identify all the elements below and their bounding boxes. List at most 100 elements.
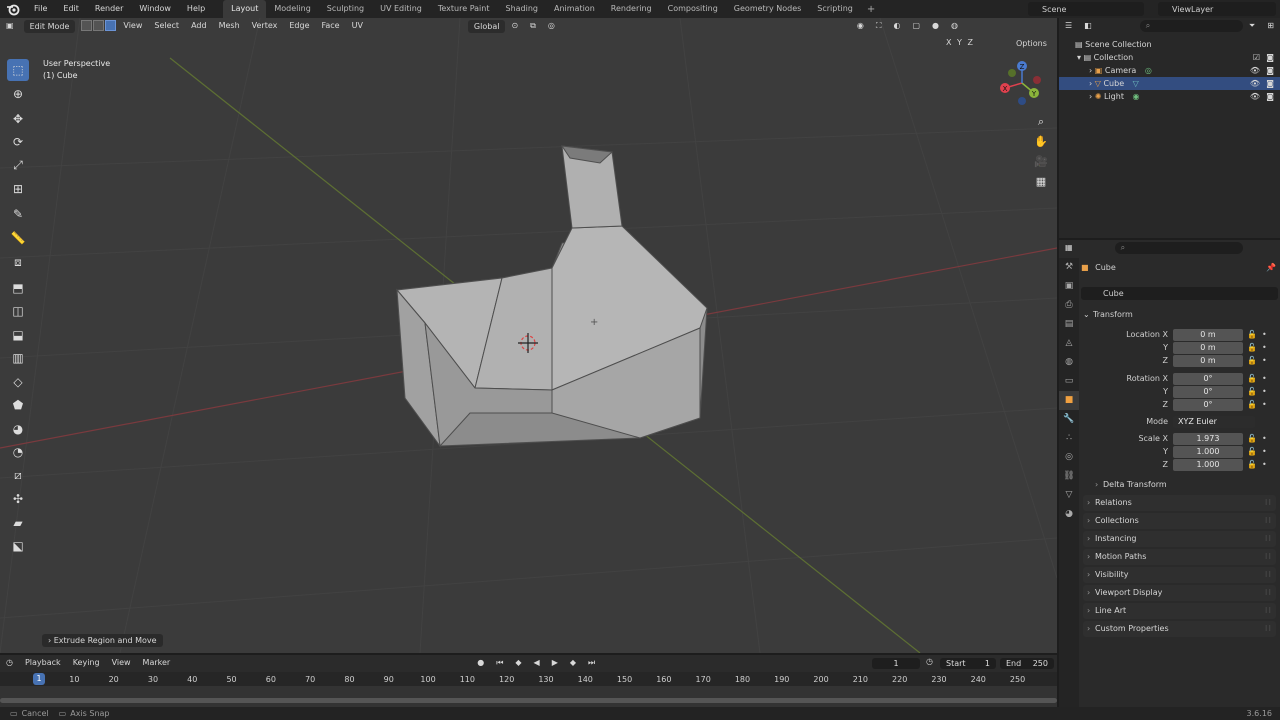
menu-window[interactable]: Window — [131, 0, 179, 18]
delta-transform-subpanel[interactable]: Delta Transform — [1091, 477, 1276, 493]
last-operator-panel[interactable]: › Extrude Region and Move — [42, 634, 163, 647]
rip-region-tool-icon[interactable]: ⬕ — [7, 535, 29, 557]
menu-marker[interactable]: Marker — [137, 655, 177, 671]
menu-timeline-view[interactable]: View — [106, 655, 137, 671]
menu-playback[interactable]: Playback — [19, 655, 67, 671]
eye-icon[interactable]: 👁 — [1250, 64, 1260, 77]
material-tab-icon[interactable]: ◕ — [1059, 505, 1079, 524]
filter-icon[interactable]: ⏷ — [1243, 18, 1261, 34]
menu-edge[interactable]: Edge — [283, 18, 315, 34]
end-frame-field[interactable]: End 250 — [1000, 658, 1054, 669]
particles-tab-icon[interactable]: ∴ — [1059, 429, 1079, 448]
lock-icon[interactable]: 🔓 — [1247, 399, 1257, 411]
perspective-grid-icon[interactable]: ▦ — [1033, 174, 1049, 190]
keyframe-dot-icon[interactable]: • — [1262, 433, 1267, 445]
jump-end-icon[interactable]: ⏭ — [582, 655, 601, 671]
tab-uv-editing[interactable]: UV Editing — [372, 0, 430, 18]
next-keyframe-icon[interactable]: ◆ — [564, 655, 582, 671]
keyframe-dot-icon[interactable]: • — [1262, 446, 1267, 458]
tab-texture-paint[interactable]: Texture Paint — [430, 0, 498, 18]
menu-view[interactable]: View — [117, 18, 148, 34]
chevron-right-icon[interactable]: › — [1089, 79, 1092, 88]
tab-shading[interactable]: Shading — [497, 0, 546, 18]
lock-icon[interactable]: 🔓 — [1247, 373, 1257, 385]
keyframe-dot-icon[interactable]: • — [1262, 399, 1267, 411]
outliner-row-scene-collection[interactable]: ▤ Scene Collection — [1059, 38, 1280, 51]
custom-properties-panel[interactable]: Custom Properties ⁝⁝ — [1083, 621, 1276, 637]
keyframe-dot-icon[interactable]: • — [1262, 386, 1267, 398]
location-z-field[interactable]: 0 m — [1173, 355, 1243, 367]
camera-render-icon[interactable]: ◙ — [1266, 51, 1274, 64]
add-workspace-button[interactable]: + — [861, 4, 881, 15]
add-cube-tool-icon[interactable]: ⧈ — [7, 252, 29, 274]
tab-rendering[interactable]: Rendering — [603, 0, 660, 18]
drag-handle-icon[interactable]: ⁝⁝ — [1265, 513, 1272, 529]
keyframe-dot-icon[interactable]: • — [1262, 329, 1267, 341]
data-tab-icon[interactable]: ▽ — [1059, 486, 1079, 505]
view-layer-tab-icon[interactable]: ▤ — [1059, 315, 1079, 334]
proportional-edit-icon[interactable]: ◎ — [542, 18, 561, 34]
camera-view-icon[interactable]: 🎥 — [1033, 154, 1049, 170]
record-icon[interactable]: ● — [471, 655, 490, 671]
world-tab-icon[interactable]: ◍ — [1059, 353, 1079, 372]
lock-icon[interactable]: 🔓 — [1247, 355, 1257, 367]
overlay-icon[interactable]: ◐ — [887, 18, 906, 34]
annotate-tool-icon[interactable]: ✎ — [7, 203, 29, 225]
location-y-field[interactable]: 0 m — [1173, 342, 1243, 354]
lock-icon[interactable]: 🔓 — [1247, 433, 1257, 445]
editor-type-icon[interactable]: ▣ — [0, 18, 20, 34]
poly-build-tool-icon[interactable]: ⬟ — [7, 394, 29, 416]
outliner-row-light[interactable]: › ✺ Light ◉ 👁 ◙ — [1059, 90, 1280, 103]
tool-tab-icon[interactable]: ⚒ — [1059, 258, 1079, 277]
properties-editor-type-icon[interactable]: ▦ — [1059, 240, 1079, 256]
outliner-row-cube[interactable]: › ▽ Cube ▽ 👁 ◙ — [1059, 77, 1280, 90]
vertex-select-mode[interactable] — [81, 19, 93, 31]
modifier-tab-icon[interactable]: 🔧 — [1059, 410, 1079, 429]
tab-compositing[interactable]: Compositing — [660, 0, 726, 18]
motion-paths-panel[interactable]: Motion Paths ⁝⁝ — [1083, 549, 1276, 565]
display-mode-icon[interactable]: ◧ — [1078, 18, 1098, 34]
keyframe-dot-icon[interactable]: • — [1262, 342, 1267, 354]
edge-slide-tool-icon[interactable]: ⧄ — [7, 465, 29, 487]
tab-animation[interactable]: Animation — [546, 0, 603, 18]
scale-y-field[interactable]: 1.000 — [1173, 446, 1243, 458]
chevron-right-icon[interactable]: › — [1089, 92, 1092, 101]
gizmo-icon[interactable]: ⛶ — [870, 18, 888, 34]
camera-render-icon[interactable]: ◙ — [1266, 64, 1274, 77]
scene-selector[interactable]: Scene — [1028, 2, 1144, 16]
cursor-tool-icon[interactable]: ⊕ — [7, 83, 29, 105]
line-art-panel[interactable]: Line Art ⁝⁝ — [1083, 603, 1276, 619]
extrude-tool-icon[interactable]: ⬒ — [7, 277, 29, 299]
outliner-row-camera[interactable]: › ▣ Camera ◎ 👁 ◙ — [1059, 64, 1280, 77]
loop-cut-tool-icon[interactable]: ▥ — [7, 347, 29, 369]
transform-panel-header[interactable]: ⌄ Transform — [1081, 309, 1278, 321]
view-layer-selector[interactable]: ViewLayer — [1158, 2, 1276, 16]
scale-z-field[interactable]: 1.000 — [1173, 459, 1243, 471]
play-icon[interactable]: ▶ — [546, 655, 564, 671]
keyframe-dot-icon[interactable]: • — [1262, 355, 1267, 367]
menu-edit[interactable]: Edit — [55, 0, 87, 18]
options-button[interactable]: Options — [1012, 38, 1051, 50]
bevel-tool-icon[interactable]: ⬓ — [7, 324, 29, 346]
chevron-down-icon[interactable]: ▾ — [1077, 53, 1081, 62]
collections-panel[interactable]: Collections ⁝⁝ — [1083, 513, 1276, 529]
scale-x-field[interactable]: 1.973 — [1173, 433, 1243, 445]
menu-keying[interactable]: Keying — [67, 655, 106, 671]
frame-ruler[interactable]: 10 20 30 40 50 60 70 80 90 100 110 120 130 140 150 160 1… — [0, 672, 1057, 686]
location-x-field[interactable]: 0 m — [1173, 329, 1243, 341]
rotation-mode-dropdown[interactable]: XYZ Euler — [1173, 416, 1255, 428]
eye-icon[interactable]: 👁 — [1250, 77, 1260, 90]
eye-icon[interactable]: 👁 — [1250, 90, 1260, 103]
drag-handle-icon[interactable]: ⁝⁝ — [1265, 531, 1272, 547]
lock-icon[interactable]: 🔓 — [1247, 459, 1257, 471]
drag-handle-icon[interactable]: ⁝⁝ — [1265, 603, 1272, 619]
rotation-y-field[interactable]: 0° — [1173, 386, 1243, 398]
current-frame-indicator[interactable]: 1 — [33, 673, 45, 685]
prev-keyframe-icon[interactable]: ◆ — [509, 655, 527, 671]
outliner-row-collection[interactable]: ▾ ▤ Collection ☑ ◙ — [1059, 51, 1280, 64]
relations-panel[interactable]: Relations ⁝⁝ — [1083, 495, 1276, 511]
menu-file[interactable]: File — [26, 0, 55, 18]
shading-solid-icon[interactable]: ● — [926, 18, 945, 34]
properties-search-input[interactable]: ⌕ — [1114, 242, 1243, 254]
inset-tool-icon[interactable]: ◫ — [7, 300, 29, 322]
